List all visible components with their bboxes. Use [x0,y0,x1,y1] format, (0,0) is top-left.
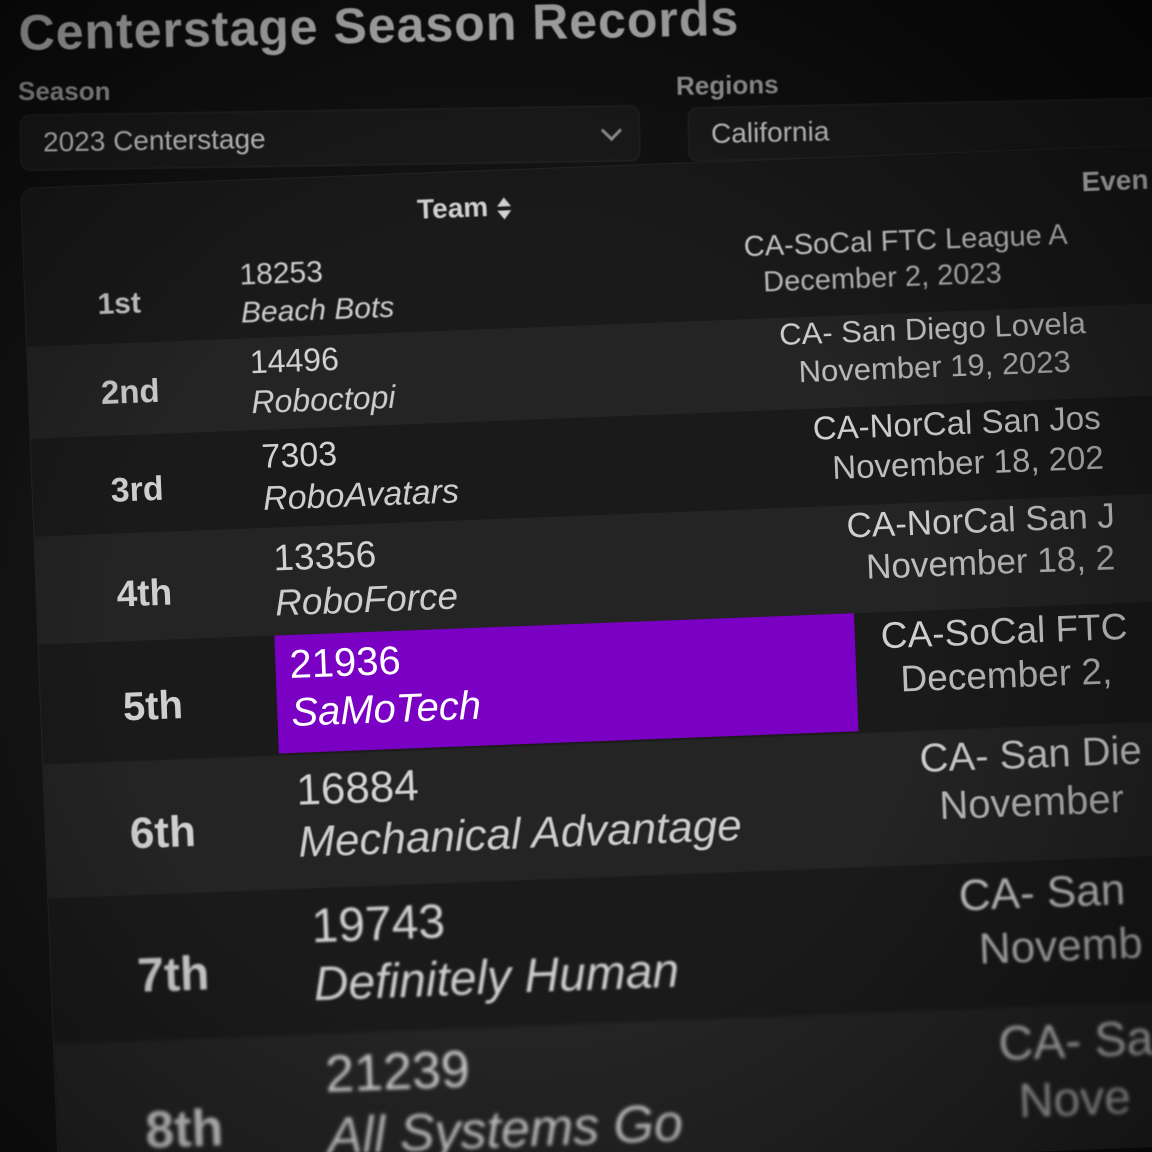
event-date: November 18, 2 [865,538,1116,587]
team-number: 13356 [272,533,377,579]
event-cell[interactable]: CA- San Diego Lovela November 19, 2023 [778,304,1087,392]
event-name: CA- Sa [997,1012,1152,1072]
event-date: November [938,777,1125,829]
rank-cell: 5th [122,683,184,730]
event-date: Nove [1017,1071,1132,1129]
team-cell[interactable]: 19743 Definitely Human [310,884,680,1014]
event-date: December 2, [899,650,1113,700]
sort-icon[interactable] [496,197,513,220]
team-cell-highlighted[interactable]: 21936 SaMoTech [274,613,859,754]
team-cell[interactable]: 18253 Beach Bots [239,251,395,333]
event-cell[interactable]: CA- San Die November [919,726,1145,830]
team-number: 14496 [249,340,340,381]
event-date: Novemb [977,918,1144,974]
event-cell[interactable]: CA-SoCal FTC League A December 2, 2023 [743,217,1070,301]
team-cell[interactable]: 13356 RoboForce [273,529,459,626]
team-name: RoboAvatars [262,472,460,518]
team-header-label: Team [416,191,489,225]
team-cell[interactable]: 16884 Mechanical Advantage [295,748,742,869]
chevron-down-icon [600,119,623,142]
rank-cell: 6th [128,806,197,859]
event-cell[interactable]: CA-SoCal FTC December 2, [880,605,1130,702]
rank-cell: 3rd [109,469,165,510]
event-name: CA- San [957,865,1126,921]
team-name: Beach Bots [240,290,395,330]
rank-cell: 1st [96,286,142,322]
team-number: 7303 [260,435,338,476]
event-cell[interactable]: CA- San Novemb [958,863,1144,978]
team-column-header[interactable]: Team [417,190,513,226]
event-name: CA- San Die [918,728,1143,781]
event-cell[interactable]: CA-NorCal San Jos November 18, 202 [812,398,1104,489]
season-label: Season [18,76,111,106]
team-cell[interactable]: 14496 Roboctopi [249,337,396,422]
event-cell[interactable]: CA-NorCal San J November 18, 2 [846,495,1117,589]
rank-cell: 4th [115,571,173,615]
team-number: 18253 [238,255,324,292]
event-cell[interactable]: CA- Sa Nove [998,1010,1152,1132]
records-table: Team Even 1st 18253 Beach Bots CA-SoCal … [20,141,1152,1152]
season-select[interactable]: 2023 Centerstage [19,105,641,171]
season-records-page: Centerstage Season Records Season 2023 C… [0,0,1152,1152]
team-name: Roboctopi [250,378,397,421]
regions-select-value: California [710,115,830,149]
rank-cell: 8th [144,1098,225,1152]
rank-cell: 7th [136,947,211,1004]
team-cell[interactable]: 21239 All Systems Go [324,1030,684,1152]
team-cell[interactable]: 7303 RoboAvatars [261,428,460,519]
event-column-header[interactable]: Even [1081,164,1149,199]
team-name: RoboForce [274,575,459,624]
regions-label: Regions [675,69,779,101]
season-select-value: 2023 Centerstage [42,123,266,158]
page-title: Centerstage Season Records [18,0,740,61]
rank-cell: 2nd [100,371,161,412]
